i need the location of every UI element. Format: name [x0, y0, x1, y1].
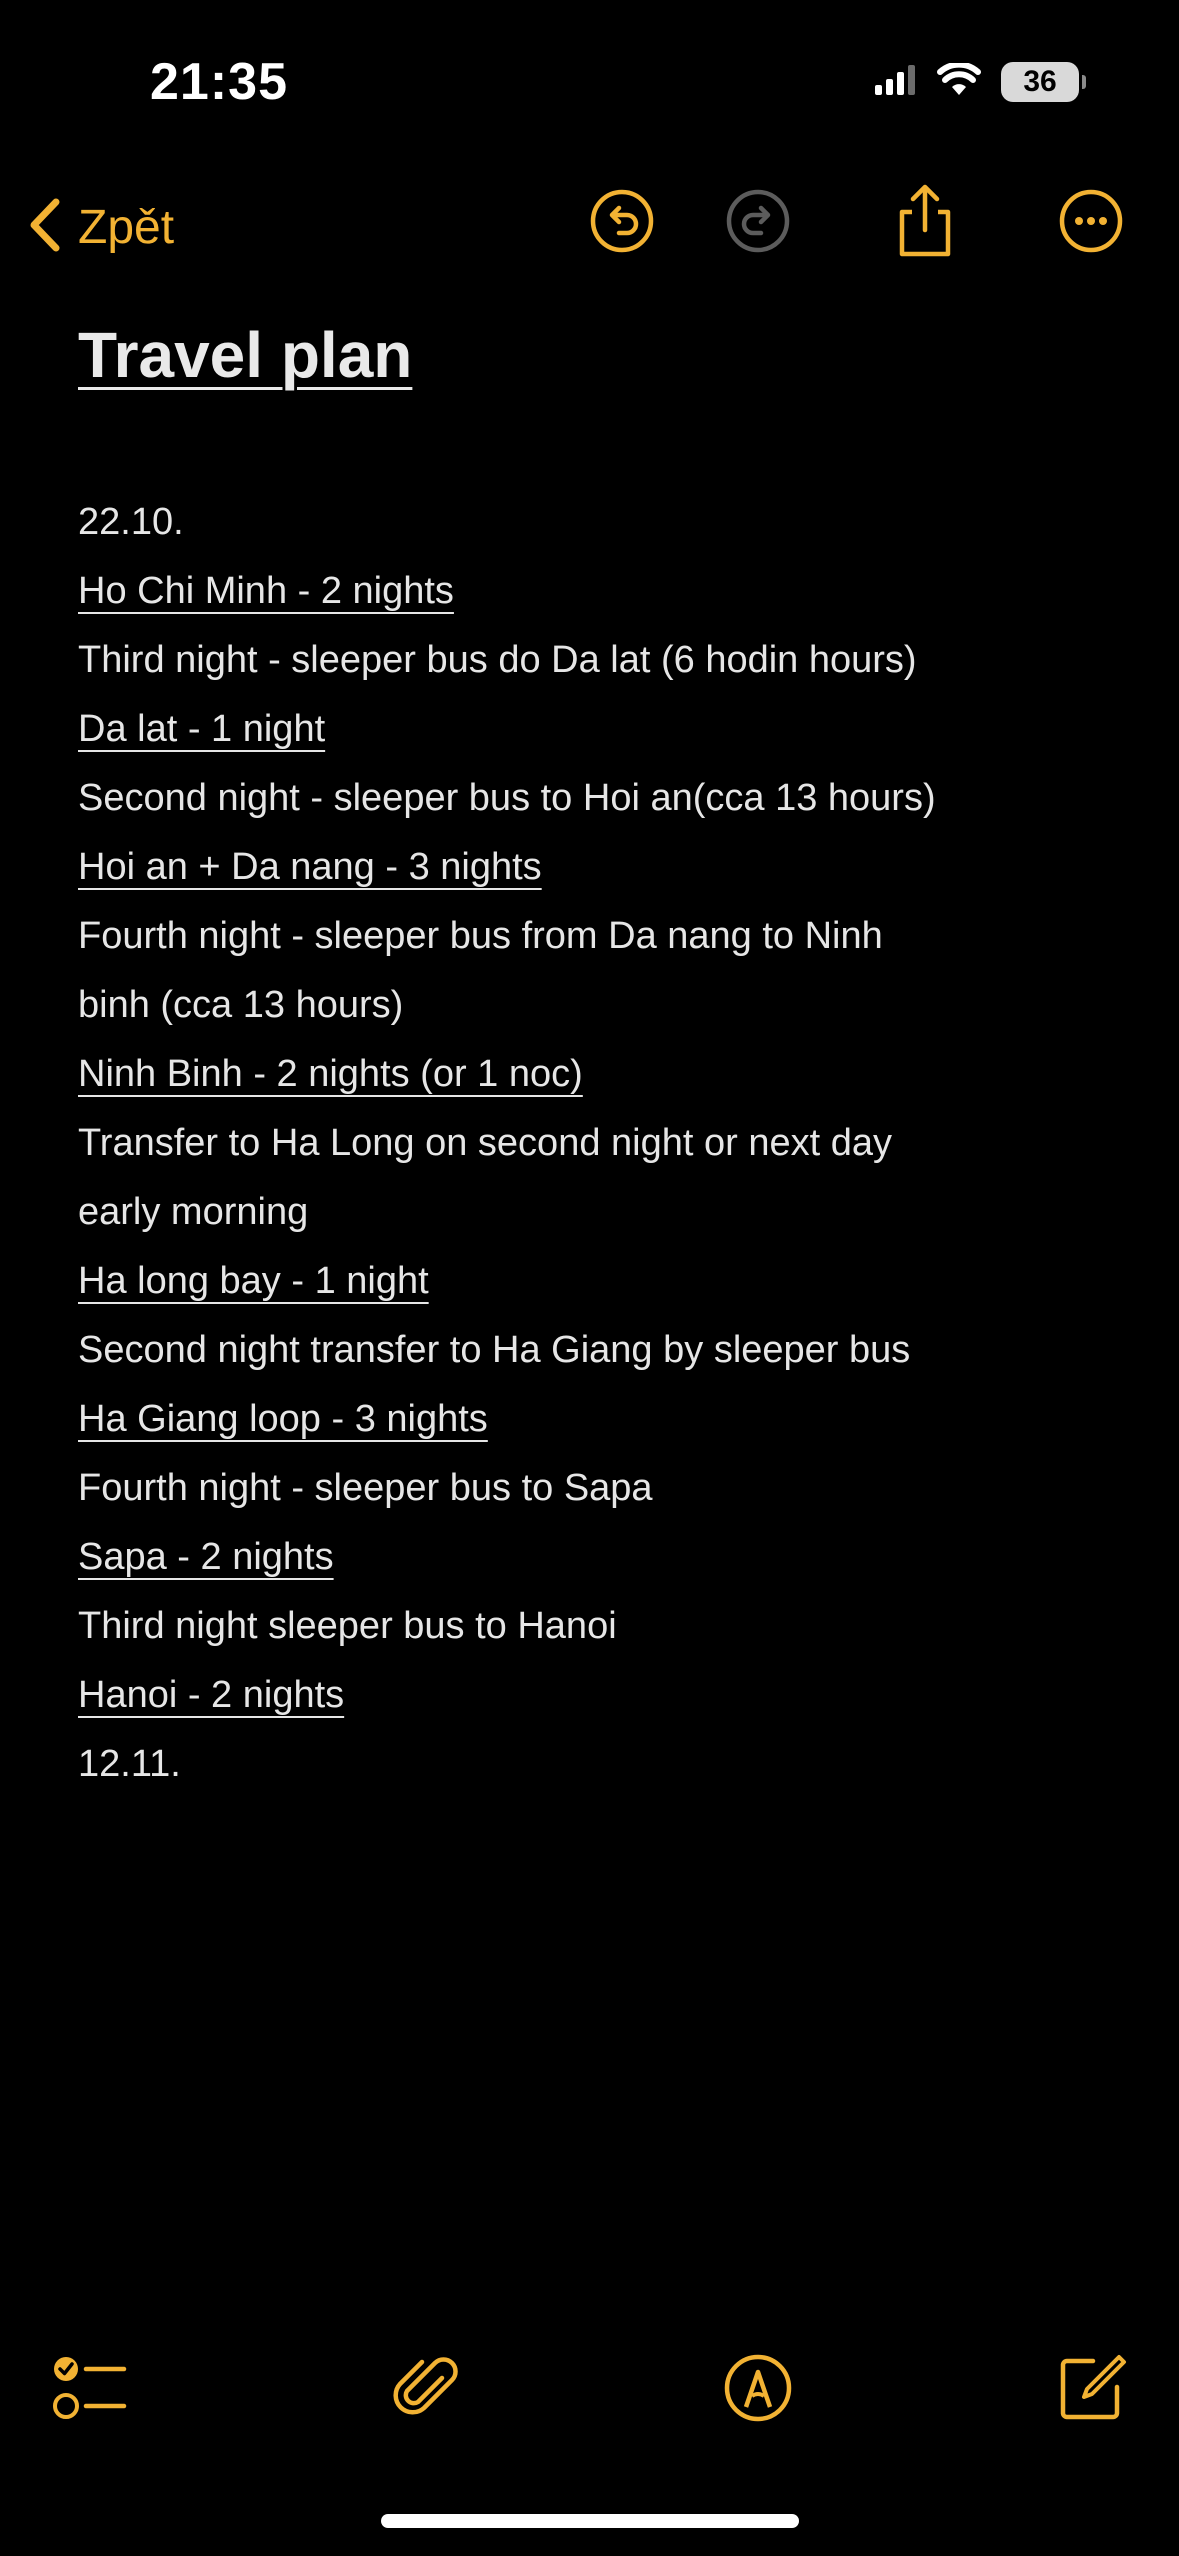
back-label: Zpět: [78, 201, 175, 254]
more-button[interactable]: [1056, 188, 1126, 258]
wifi-icon: [937, 61, 981, 102]
chevron-left-icon: [24, 196, 64, 259]
status-time: 21:35: [150, 53, 288, 111]
note-line[interactable]: 12.11.: [78, 1730, 1158, 1799]
battery-indicator: 36: [1001, 62, 1086, 102]
compose-icon: [1057, 2353, 1127, 2428]
note-line-heading[interactable]: Ha long bay - 1 night: [78, 1247, 1158, 1316]
share-icon: [894, 184, 956, 263]
note-line-heading[interactable]: Sapa - 2 nights: [78, 1523, 1158, 1592]
ellipsis-circle-icon: [1058, 188, 1124, 259]
note-line[interactable]: Transfer to Ha Long on second night or n…: [78, 1109, 1158, 1178]
cellular-signal-icon: [875, 64, 917, 100]
note-line[interactable]: binh (cca 13 hours): [78, 971, 1158, 1040]
status-icons: 36: [875, 61, 1086, 102]
share-button[interactable]: [890, 184, 960, 258]
note-line[interactable]: Third night - sleeper bus do Da lat (6 h…: [78, 626, 1158, 695]
redo-icon: [725, 188, 791, 259]
note-line[interactable]: Fourth night - sleeper bus to Sapa: [78, 1454, 1158, 1523]
note-line-heading[interactable]: Da lat - 1 night: [78, 695, 1158, 764]
note-title[interactable]: Travel plan: [78, 318, 1118, 402]
note-line[interactable]: Fourth night - sleeper bus from Da nang …: [78, 902, 1158, 971]
compose-button[interactable]: [1052, 2350, 1132, 2430]
note-line[interactable]: 22.10.: [78, 488, 1158, 557]
attachment-button[interactable]: [386, 2350, 466, 2430]
home-indicator[interactable]: [381, 2514, 799, 2528]
checklist-button[interactable]: [50, 2350, 130, 2430]
note-line[interactable]: Second night transfer to Ha Giang by sle…: [78, 1316, 1158, 1385]
note-line[interactable]: Third night sleeper bus to Hanoi: [78, 1592, 1158, 1661]
note-line-heading[interactable]: Hanoi - 2 nights: [78, 1661, 1158, 1730]
note-body[interactable]: Travel plan 22.10. Ho Chi Minh - 2 nights…: [78, 318, 1118, 1785]
bottom-toolbar: [0, 2340, 1179, 2440]
note-line[interactable]: early morning: [78, 1178, 1158, 1247]
note-line-heading[interactable]: Ha Giang loop - 3 nights: [78, 1385, 1158, 1454]
status-bar: 21:35 36: [0, 0, 1179, 170]
note-line-heading[interactable]: Ninh Binh - 2 nights (or 1 noc): [78, 1040, 1158, 1109]
note-lines: 22.10. Ho Chi Minh - 2 nights Third night …: [78, 488, 1158, 1799]
paperclip-icon: [390, 2352, 462, 2429]
note-line-heading[interactable]: Ho Chi Minh - 2 nights: [78, 557, 1158, 626]
nav-bar: Zpět: [0, 170, 1179, 290]
markup-button[interactable]: [718, 2350, 798, 2430]
pen-tip-circle-icon: [722, 2352, 794, 2429]
battery-level: 36: [1023, 65, 1057, 98]
undo-button[interactable]: [587, 188, 657, 258]
back-button[interactable]: Zpět: [24, 196, 174, 259]
checklist-icon: [52, 2353, 128, 2428]
note-line-heading[interactable]: Hoi an + Da nang - 3 nights: [78, 833, 1158, 902]
redo-button[interactable]: [723, 188, 793, 258]
undo-icon: [589, 188, 655, 259]
note-line[interactable]: Second night - sleeper bus to Hoi an(cca…: [78, 764, 1158, 833]
